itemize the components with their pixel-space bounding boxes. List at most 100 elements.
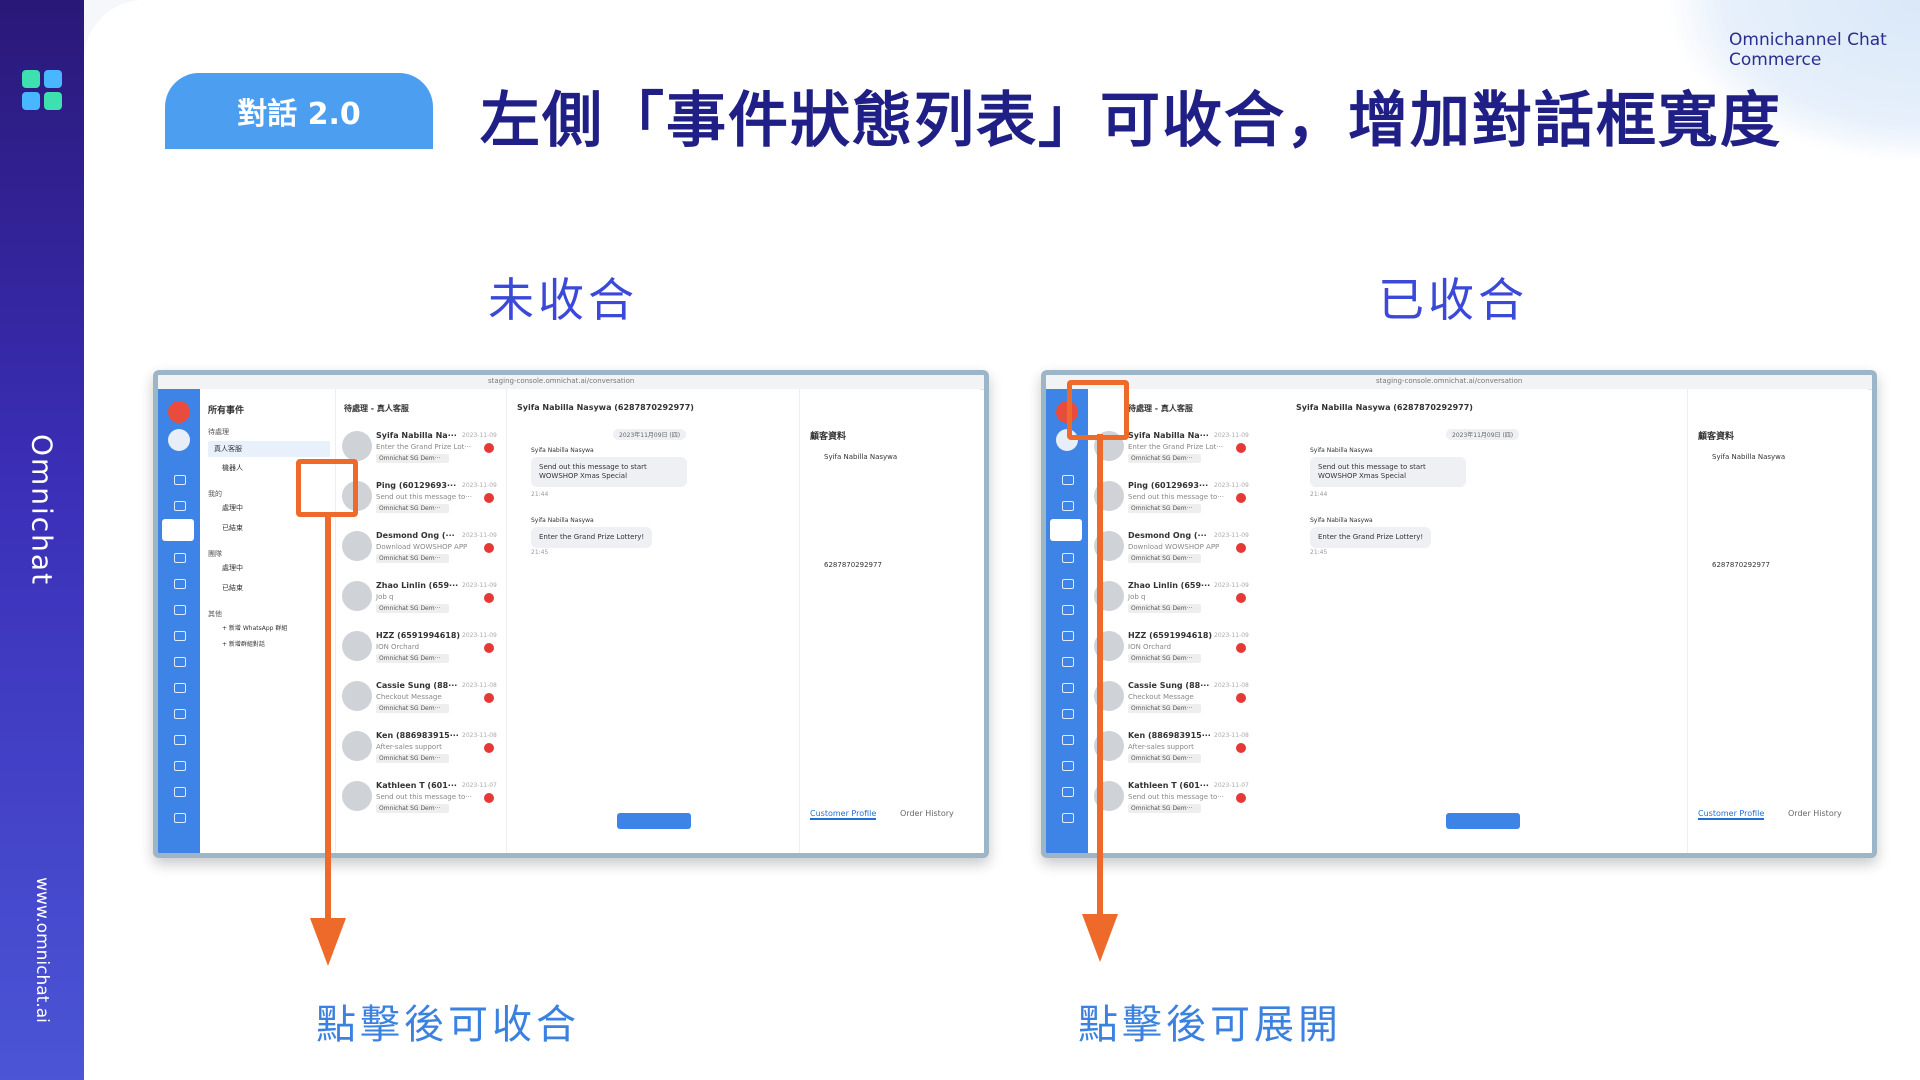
- chat-area: Syifa Nabilla Nasywa (6287870292977) 202…: [1286, 389, 1687, 853]
- panel-item-processing[interactable]: 處理中: [222, 503, 243, 513]
- panel-item-done[interactable]: 已結束: [222, 583, 243, 593]
- conversation-row[interactable]: Cassie Sung (88··· 2023-11-08 Checkout Mes…: [1088, 675, 1258, 725]
- conversation-row[interactable]: Ken (886983915··· 2023-11-08 After-sales s…: [1088, 725, 1258, 775]
- brand-avatar: [168, 401, 190, 423]
- conversation-row[interactable]: Ping (60129693··· 2023-11-09 Send out this…: [336, 475, 506, 525]
- collapse-toggle-highlight[interactable]: [296, 459, 358, 517]
- panel-item-processing[interactable]: 處理中: [222, 563, 243, 573]
- conversation-row[interactable]: Desmond Ong (··· 2023-11-09 Download WOWSH…: [336, 525, 506, 575]
- send-button[interactable]: [1446, 813, 1520, 829]
- nav-selected[interactable]: [162, 519, 194, 541]
- contact-name: Ping (60129693···: [1128, 481, 1209, 490]
- conversation-row[interactable]: HZZ (6591994618) 2023-11-09 ION Orchard Omn…: [336, 625, 506, 675]
- nav-selected[interactable]: [1050, 519, 1082, 541]
- nav-icon[interactable]: [1062, 709, 1074, 719]
- tab-customer-profile[interactable]: Customer Profile: [1698, 809, 1765, 820]
- nav-icon[interactable]: [174, 813, 186, 823]
- nav-icon[interactable]: [174, 631, 186, 641]
- row-tag: Omnichat SG Dem···: [1128, 754, 1201, 763]
- nav-icon[interactable]: [1062, 657, 1074, 667]
- unread-dot: [484, 793, 494, 803]
- nav-icon[interactable]: [1062, 501, 1074, 511]
- row-date: 2023-11-09: [1214, 632, 1249, 639]
- panel-item-human[interactable]: 真人客服: [208, 441, 330, 457]
- conversation-row[interactable]: Zhao Linlin (659··· 2023-11-09 Job q Omnich…: [1088, 575, 1258, 625]
- add-group-chat[interactable]: + 新增群組對話: [222, 639, 265, 648]
- nav-icon[interactable]: [174, 683, 186, 693]
- nav-icon[interactable]: [1062, 475, 1074, 485]
- chat-date: 2023年11月09日 (四): [1446, 429, 1520, 440]
- nav-icon[interactable]: [1062, 605, 1074, 615]
- left-subtitle: 未收合: [488, 273, 638, 327]
- conversation-row[interactable]: HZZ (6591994618) 2023-11-09 ION Orchard Omn…: [1088, 625, 1258, 675]
- send-button[interactable]: [617, 813, 691, 829]
- conversation-row[interactable]: Kathleen T (601··· 2023-11-07 Send out thi…: [336, 775, 506, 825]
- nav-icon[interactable]: [174, 553, 186, 563]
- contact-avatar: [342, 531, 372, 561]
- contact-name: Cassie Sung (88···: [376, 681, 458, 690]
- nav-icon[interactable]: [174, 657, 186, 667]
- conversation-row[interactable]: Desmond Ong (··· 2023-11-09 Download WOWSH…: [1088, 525, 1258, 575]
- add-whatsapp-group[interactable]: + 新增 WhatsApp 群組: [222, 623, 287, 632]
- expand-toggle-highlight[interactable]: [1067, 380, 1129, 440]
- row-preview: Enter the Grand Prize Lot···: [376, 443, 472, 451]
- right-subtitle: 已收合: [1378, 273, 1528, 327]
- left-caption: 點擊後可收合: [316, 1002, 580, 1048]
- nav-icon[interactable]: [174, 761, 186, 771]
- list-header: 待處理 - 真人客服: [344, 404, 409, 413]
- nav-icon[interactable]: [1062, 579, 1074, 589]
- row-tag: Omnichat SG Dem···: [1128, 504, 1201, 513]
- brand-vertical-text: Omnichat: [25, 433, 59, 587]
- panel-header[interactable]: 所有事件: [208, 403, 244, 416]
- row-date: 2023-11-09: [462, 582, 497, 589]
- conversation-row[interactable]: Ping (60129693··· 2023-11-09 Send out this…: [1088, 475, 1258, 525]
- nav-icon[interactable]: [174, 735, 186, 745]
- conversation-row[interactable]: Zhao Linlin (659··· 2023-11-09 Job q Omnich…: [336, 575, 506, 625]
- app-nav: [1046, 389, 1088, 853]
- nav-icon[interactable]: [174, 501, 186, 511]
- nav-icon[interactable]: [1062, 813, 1074, 823]
- nav-icon[interactable]: [1062, 787, 1074, 797]
- nav-icon[interactable]: [1062, 553, 1074, 563]
- chat-bubble: Enter the Grand Prize Lottery!: [531, 527, 653, 548]
- panel-group: 其他: [208, 610, 222, 618]
- conversation-row[interactable]: Cassie Sung (88··· 2023-11-08 Checkout Mes…: [336, 675, 506, 725]
- row-date: 2023-11-09: [1214, 432, 1249, 439]
- brand-line-1: Omnichannel Chat: [1729, 30, 1887, 50]
- contact-avatar: [342, 581, 372, 611]
- nav-icon[interactable]: [1062, 735, 1074, 745]
- conversation-row[interactable]: Ken (886983915··· 2023-11-08 After-sales s…: [336, 725, 506, 775]
- panel-group: 待處理: [208, 428, 229, 436]
- screenshot-collapsed: staging-console.omnichat.ai/conversation…: [1041, 370, 1877, 858]
- unread-dot: [484, 693, 494, 703]
- right-caption: 點擊後可展開: [1078, 1002, 1342, 1048]
- nav-icon[interactable]: [1062, 683, 1074, 693]
- conversation-row[interactable]: Kathleen T (601··· 2023-11-07 Send out thi…: [1088, 775, 1258, 825]
- row-date: 2023-11-09: [1214, 582, 1249, 589]
- unread-dot: [1236, 693, 1246, 703]
- row-preview: Job q: [376, 593, 394, 601]
- chat-sender: Syifa Nabilla Nasywa: [1310, 447, 1373, 454]
- nav-icon[interactable]: [174, 709, 186, 719]
- chat-header: Syifa Nabilla Nasywa (6287870292977): [1296, 403, 1473, 412]
- contact-name: Ping (60129693···: [376, 481, 457, 490]
- panel-item-bot[interactable]: 機器人: [222, 463, 243, 473]
- row-preview: Send out this message to···: [1128, 493, 1224, 501]
- slide-title: 左側「事件狀態列表」可收合，增加對話框寬度: [480, 86, 1782, 156]
- screenshot-expanded: staging-console.omnichat.ai/conversation…: [153, 370, 989, 858]
- tab-customer-profile[interactable]: Customer Profile: [810, 809, 877, 820]
- info-title: 顧客資料: [810, 432, 847, 442]
- brand-sidebar: Omnichat www.omnichat.ai: [0, 0, 84, 1080]
- tab-order-history[interactable]: Order History: [900, 809, 954, 818]
- browser-url: staging-console.omnichat.ai/conversation: [1376, 377, 1523, 385]
- tab-order-history[interactable]: Order History: [1788, 809, 1842, 818]
- nav-icon[interactable]: [174, 605, 186, 615]
- unread-dot: [484, 543, 494, 553]
- nav-icon[interactable]: [174, 787, 186, 797]
- conversation-row[interactable]: Syifa Nabilla Na··· 2023-11-09 Enter the G…: [336, 425, 506, 475]
- panel-item-done[interactable]: 已結束: [222, 523, 243, 533]
- nav-icon[interactable]: [1062, 761, 1074, 771]
- nav-icon[interactable]: [1062, 631, 1074, 641]
- nav-icon[interactable]: [174, 475, 186, 485]
- nav-icon[interactable]: [174, 579, 186, 589]
